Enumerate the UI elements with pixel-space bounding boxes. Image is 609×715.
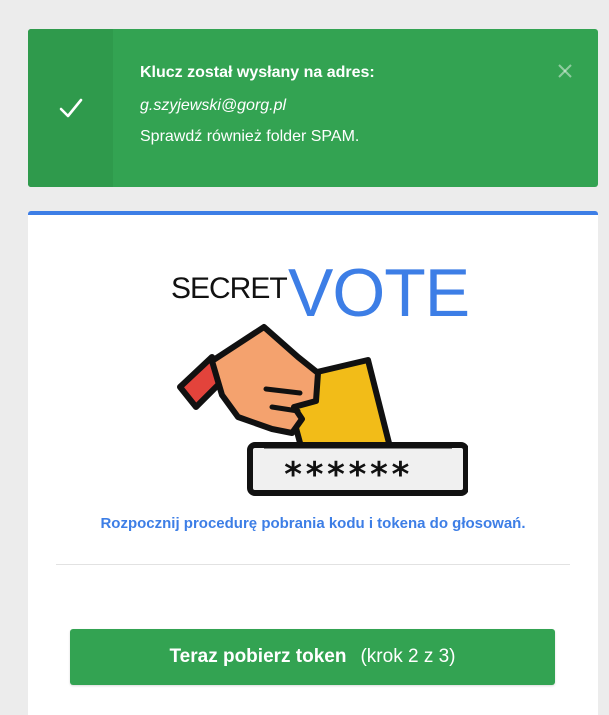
intro-text: Rozpocznij procedurę pobrania kodu i tok… bbox=[100, 515, 526, 532]
logo-password-mask: ******_ bbox=[282, 455, 434, 495]
secret-vote-logo: SECRET VOTE ******_ bbox=[168, 259, 470, 500]
alert-email: g.szyjewski@gorg.pl bbox=[140, 97, 287, 114]
alert-close-button[interactable] bbox=[554, 60, 576, 82]
alert-note: Sprawdź również folder SPAM. bbox=[140, 128, 360, 145]
logo-vote-text: VOTE bbox=[288, 255, 470, 331]
alert-title: Klucz został wysłany na adres: bbox=[140, 64, 375, 81]
close-icon[interactable] bbox=[554, 60, 576, 82]
check-icon bbox=[59, 98, 82, 118]
get-token-button-step: (krok 2 z 3) bbox=[360, 646, 456, 667]
alert-icon-area bbox=[28, 29, 113, 187]
get-token-button-label: Teraz pobierz token bbox=[169, 646, 347, 667]
main-card: SECRET VOTE ******_ Rozpocznij procedurę… bbox=[28, 211, 598, 715]
logo-secret-text: SECRET bbox=[171, 272, 288, 305]
alert-body: Klucz został wysłany na adres: g.szyjews… bbox=[140, 63, 538, 147]
success-alert: Klucz został wysłany na adres: g.szyjews… bbox=[28, 29, 598, 187]
divider bbox=[56, 564, 570, 565]
get-token-button[interactable]: Teraz pobierz token (krok 2 z 3) bbox=[70, 629, 555, 685]
